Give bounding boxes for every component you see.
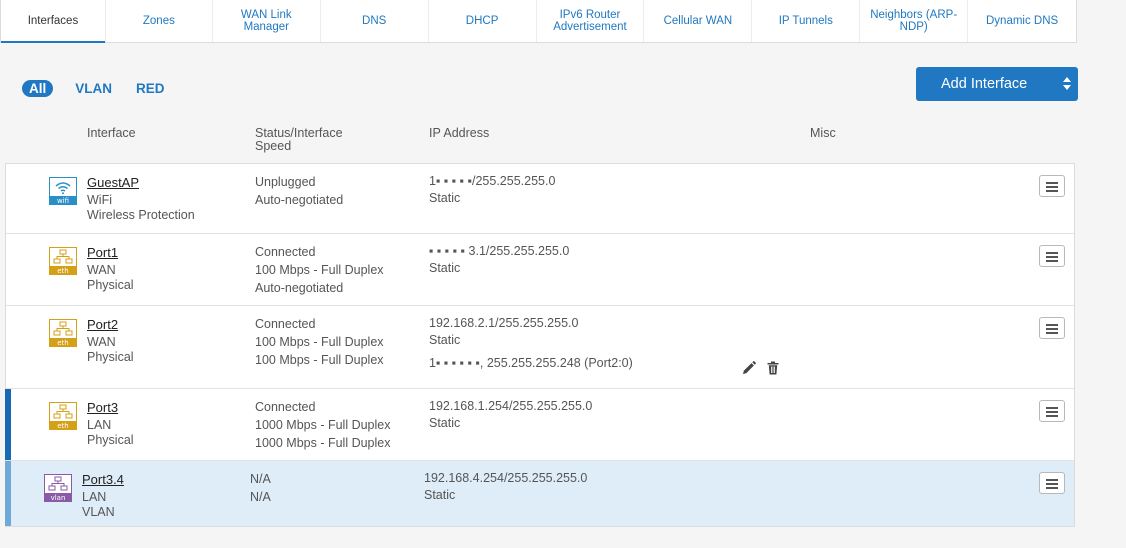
interface-type: VLAN [82, 505, 115, 519]
interface-name-link[interactable]: Port3.4 [82, 472, 124, 487]
table-row: eth Port3 LAN Physical Connected 1000 Mb… [5, 388, 1074, 460]
ip-cell: 192.168.4.254/255.255.255.0 Static [424, 471, 588, 502]
svg-text:wifi: wifi [57, 197, 69, 205]
table-row: eth Port1 WAN Physical Connected 100 Mbp… [6, 233, 1074, 305]
tab-ipv6-router-advertisement[interactable]: IPv6 Router Advertisement [535, 0, 644, 42]
dropdown-arrows-icon [1063, 77, 1071, 91]
status-cell: Connected 1000 Mbps - Full Duplex 1000 M… [255, 400, 391, 450]
interface-zone: LAN [87, 418, 112, 432]
interface-name-link[interactable]: Port3 [87, 400, 118, 415]
interface-zone: LAN [82, 490, 107, 504]
row-menu-button[interactable] [1039, 472, 1065, 494]
svg-text:eth: eth [57, 339, 69, 347]
add-interface-button[interactable]: Add Interface [916, 67, 1078, 101]
vlan-icon: vlan [44, 474, 72, 502]
svg-text:eth: eth [57, 267, 69, 275]
filter-vlan[interactable]: VLAN [75, 81, 112, 96]
ethernet-icon: eth [49, 247, 77, 275]
column-header-status: Status/Interface Speed [255, 126, 343, 153]
filter-red[interactable]: RED [136, 81, 165, 96]
interface-zone: WiFi [87, 193, 112, 207]
interface-type: Physical [87, 433, 134, 447]
row-menu-button[interactable] [1039, 317, 1065, 339]
row-menu-button[interactable] [1039, 400, 1065, 422]
tab-dhcp[interactable]: DHCP [427, 0, 536, 42]
table-row-selected: vlan Port3.4 LAN VLAN N/A N/A 192.168.4.… [5, 460, 1074, 526]
interface-name-link[interactable]: GuestAP [87, 175, 139, 190]
tab-neighbors[interactable]: Neighbors (ARP-NDP) [859, 0, 967, 42]
ethernet-icon: eth [49, 319, 77, 347]
interface-name-link[interactable]: Port2 [87, 317, 118, 332]
alias-ip: 1▪ ▪ ▪ ▪ ▪ ▪, 255.255.255.248 (Port2:0) [429, 356, 633, 370]
ip-cell: ▪ ▪ ▪ ▪ ▪ 3.1/255.255.255.0 Static [429, 244, 570, 275]
row-menu-button[interactable] [1039, 245, 1065, 267]
status-cell: N/A N/A [250, 472, 271, 504]
status-cell: Unplugged Auto-negotiated [255, 175, 344, 207]
interface-zone: WAN [87, 335, 116, 349]
column-header-interface: Interface [87, 126, 136, 140]
column-header-ip: IP Address [429, 126, 490, 140]
ip-cell: 192.168.1.254/255.255.255.0 Static [429, 399, 593, 430]
wifi-icon: wifi [49, 177, 77, 205]
tab-ip-tunnels[interactable]: IP Tunnels [751, 0, 859, 42]
ethernet-icon: eth [49, 402, 77, 430]
tab-dynamic-dns[interactable]: Dynamic DNS [967, 0, 1076, 42]
filter-all[interactable]: All [22, 80, 54, 97]
status-cell: Connected 100 Mbps - Full Duplex Auto-ne… [255, 245, 384, 295]
tab-wan-link-manager[interactable]: WAN Link Manager [211, 0, 320, 42]
interface-type: Physical [87, 350, 134, 364]
edit-pencil-icon[interactable] [742, 361, 756, 375]
svg-text:eth: eth [57, 422, 69, 430]
interface-zone: WAN [87, 263, 116, 277]
ip-cell: 192.168.2.1/255.255.255.0 Static 1▪ ▪ ▪ … [429, 316, 633, 370]
interface-name-link[interactable]: Port1 [87, 245, 118, 260]
row-menu-button[interactable] [1039, 175, 1065, 197]
tab-cellular-wan[interactable]: Cellular WAN [643, 0, 751, 42]
column-header-misc: Misc [810, 126, 836, 140]
top-tab-bar: Interfaces Zones WAN Link Manager DNS DH… [0, 0, 1077, 43]
tab-dns[interactable]: DNS [319, 0, 428, 42]
interfaces-table: wifi GuestAP WiFi Wireless Protection Un… [5, 163, 1075, 527]
interface-type: Wireless Protection [87, 208, 195, 222]
tab-zones[interactable]: Zones [104, 0, 212, 42]
interface-filter: All VLAN RED [22, 80, 189, 97]
table-row: wifi GuestAP WiFi Wireless Protection Un… [6, 164, 1074, 233]
delete-trash-icon[interactable] [766, 361, 780, 375]
interface-type: Physical [87, 278, 134, 292]
status-cell: Connected 100 Mbps - Full Duplex 100 Mbp… [255, 317, 384, 367]
tab-interfaces[interactable]: Interfaces [1, 0, 105, 43]
ip-cell: 1▪ ▪ ▪ ▪ ▪/255.255.255.0 Static [429, 174, 556, 205]
svg-text:vlan: vlan [51, 494, 66, 502]
add-interface-label: Add Interface [941, 76, 1028, 92]
table-row: eth Port2 WAN Physical Connected 100 Mbp… [6, 305, 1074, 388]
